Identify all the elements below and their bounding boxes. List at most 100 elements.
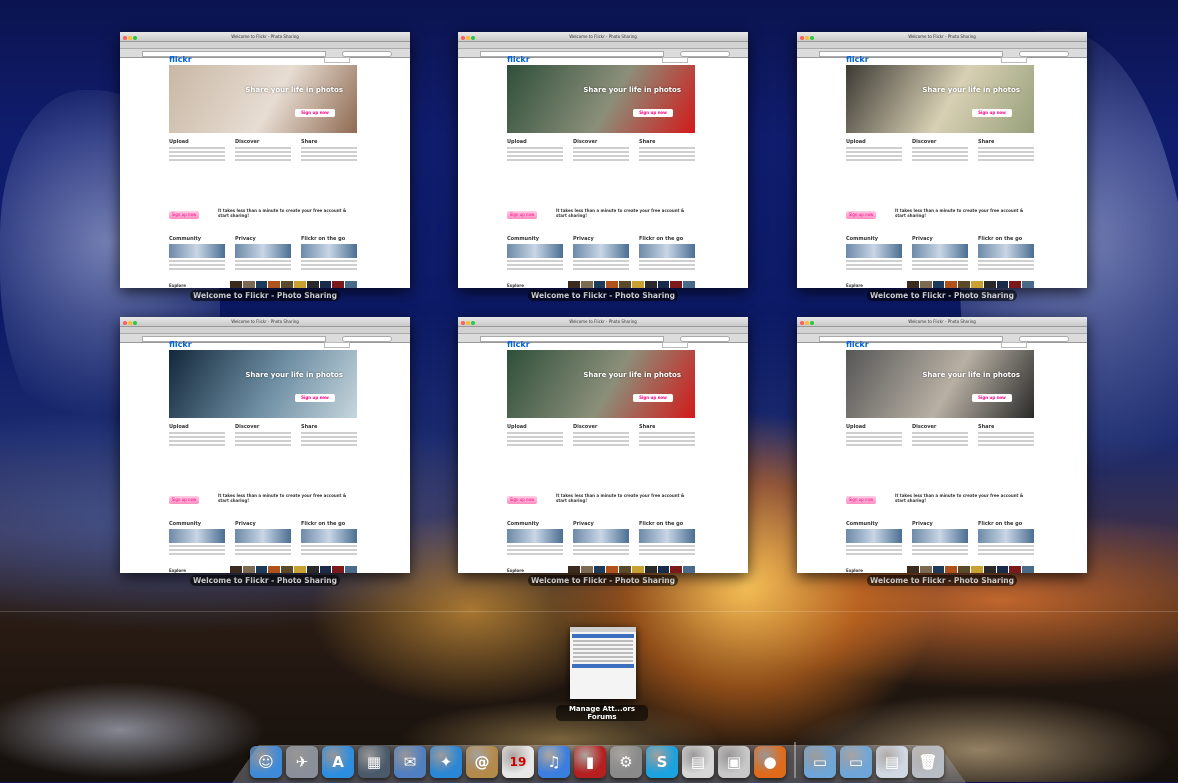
browser-window[interactable]: Welcome to Flickr - Photo Sharing flickr…: [458, 32, 748, 288]
flickr-page: flickr Share your life in photos Sign up…: [506, 55, 696, 288]
feature-heading: Discover: [235, 139, 260, 145]
window-caption: Welcome to Flickr - Photo Sharing: [190, 575, 340, 586]
text-line: [573, 549, 629, 551]
traffic-lights: [461, 34, 476, 43]
explore-photo: [345, 281, 357, 288]
text-line: [978, 159, 1034, 161]
browser-window[interactable]: Welcome to Flickr - Photo Sharing flickr…: [797, 32, 1087, 288]
hero-signup-button: Sign up now: [633, 394, 673, 402]
text-line: [573, 444, 629, 446]
mail-icon[interactable]: ✉: [394, 746, 426, 778]
traffic-lights: [461, 319, 476, 328]
window-titlebar: Welcome to Flickr - Photo Sharing: [120, 32, 410, 42]
text-line: [639, 155, 695, 157]
skype-icon[interactable]: S: [646, 746, 678, 778]
forums-row: [573, 656, 633, 658]
text-line: [978, 440, 1034, 442]
feature-column: Privacy: [573, 236, 629, 270]
explore-photo-strip: [907, 281, 1035, 288]
feature-heading: Share: [639, 424, 656, 430]
window-thumbnail[interactable]: Welcome to Flickr - Photo Sharing flickr…: [458, 32, 748, 301]
browser-window[interactable]: Welcome to Flickr - Photo Sharing flickr…: [120, 32, 410, 288]
text-line: [169, 432, 225, 434]
forums-row: [573, 644, 633, 646]
text-line: [846, 549, 902, 551]
feature-image: [573, 244, 629, 258]
browser-window[interactable]: Welcome to Flickr - Photo Sharing flickr…: [797, 317, 1087, 573]
feature-heading: Discover: [912, 424, 937, 430]
feature-image: [235, 244, 291, 258]
feature-heading: Flickr on the go: [639, 236, 684, 242]
text-line: [978, 268, 1034, 270]
safari-icon[interactable]: ✦: [430, 746, 462, 778]
text-line: [169, 155, 225, 157]
forums-row: [573, 652, 633, 654]
app-store-icon[interactable]: A: [322, 746, 354, 778]
browser-window[interactable]: Welcome to Flickr - Photo Sharing flickr…: [120, 317, 410, 573]
text-line: [573, 260, 629, 262]
feature-column: Privacy: [235, 521, 291, 555]
search-box: [662, 57, 688, 63]
text-line: [846, 147, 902, 149]
text-line: [639, 553, 695, 555]
signup-pitch: It takes less than a minute to create yo…: [556, 208, 685, 218]
launchpad-icon[interactable]: ✈: [286, 746, 318, 778]
window-caption: Welcome to Flickr - Photo Sharing: [528, 575, 678, 586]
mission-control-icon[interactable]: ▦: [358, 746, 390, 778]
text-line: [639, 545, 695, 547]
firefox-icon[interactable]: ●: [754, 746, 786, 778]
hero-image: Share your life in photos Sign up now: [507, 350, 695, 418]
feature-heading: Flickr on the go: [301, 521, 346, 527]
window-thumbnail[interactable]: Welcome to Flickr - Photo Sharing flickr…: [797, 317, 1087, 586]
text-line: [169, 444, 225, 446]
applications-folder-icon[interactable]: ▭: [804, 746, 836, 778]
explore-photo: [332, 281, 345, 288]
feature-heading: Privacy: [573, 521, 594, 527]
text-line: [573, 151, 629, 153]
downloads-stack-icon[interactable]: ▤: [876, 746, 908, 778]
forums-row: [573, 648, 633, 650]
browser-window[interactable]: Welcome to Flickr - Photo Sharing flickr…: [458, 317, 748, 573]
address-book-icon[interactable]: @: [466, 746, 498, 778]
feature-heading: Community: [846, 521, 879, 527]
system-preferences-icon[interactable]: ⚙: [610, 746, 642, 778]
feature-column: Share: [639, 424, 695, 446]
text-line: [301, 264, 357, 266]
explore-photo: [657, 281, 670, 288]
preview-icon[interactable]: ▤: [682, 746, 714, 778]
text-line: [978, 549, 1034, 551]
explore-heading: Explore: [507, 283, 524, 288]
traffic-lights: [800, 319, 815, 328]
text-line: [235, 159, 291, 161]
window-thumbnail[interactable]: Welcome to Flickr - Photo Sharing flickr…: [120, 32, 410, 301]
text-line: [846, 264, 902, 266]
window-thumbnail[interactable]: Welcome to Flickr - Photo Sharing flickr…: [120, 317, 410, 586]
photo-booth-icon[interactable]: ▮: [574, 746, 606, 778]
feature-column: Community: [846, 521, 902, 555]
window-caption: Welcome to Flickr - Photo Sharing: [867, 575, 1017, 586]
feature-heading: Discover: [235, 424, 260, 430]
feature-column: Discover: [573, 424, 629, 446]
hero-image: Share your life in photos Sign up now: [846, 350, 1034, 418]
image-capture-icon[interactable]: ▣: [718, 746, 750, 778]
window-titlebar: Welcome to Flickr - Photo Sharing: [797, 317, 1087, 327]
finder-icon[interactable]: ☺: [250, 746, 282, 778]
text-line: [978, 264, 1034, 266]
calendar-icon[interactable]: 19: [502, 746, 534, 778]
search-box: [324, 342, 350, 348]
feature-heading: Upload: [507, 139, 527, 145]
text-line: [978, 147, 1034, 149]
itunes-icon[interactable]: ♫: [538, 746, 570, 778]
explore-photo: [242, 566, 255, 573]
explore-photo: [670, 566, 683, 573]
text-line: [169, 147, 225, 149]
window-thumbnail[interactable]: Welcome to Flickr - Photo Sharing flickr…: [797, 32, 1087, 301]
feature-image: [639, 529, 695, 543]
text-line: [912, 151, 968, 153]
window-thumbnail[interactable]: Welcome to Flickr - Photo Sharing flickr…: [458, 317, 748, 586]
trash-icon[interactable]: 🗑: [912, 746, 944, 778]
explore-photo-strip: [230, 281, 358, 288]
forums-window-thumbnail[interactable]: [570, 627, 636, 699]
documents-folder-icon[interactable]: ▭: [840, 746, 872, 778]
explore-photo: [1009, 566, 1022, 573]
